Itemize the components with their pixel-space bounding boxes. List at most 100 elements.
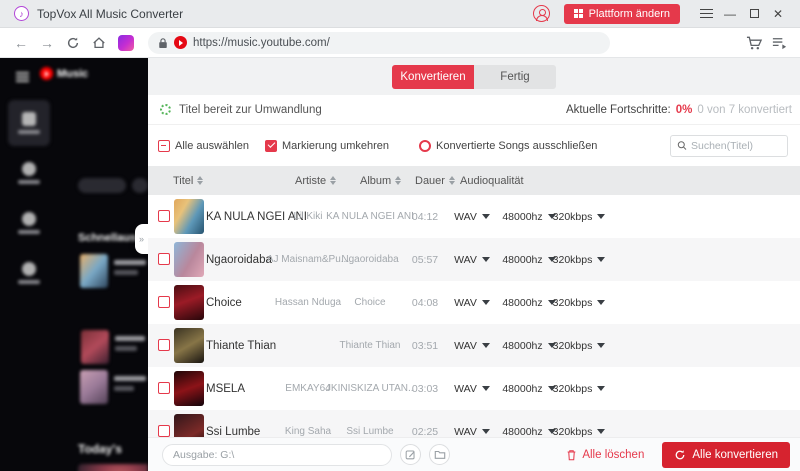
invert-selection-button[interactable]: Markierung umkehren (265, 139, 389, 152)
format-dropdown[interactable]: WAV (444, 238, 500, 281)
chevron-down-icon (481, 257, 490, 262)
track-row[interactable]: Thiante Thian Thiante Thian 03:51 WAV 48… (148, 324, 800, 367)
ytm-track-text (114, 270, 138, 275)
sort-icon (197, 176, 204, 185)
minimize-button[interactable]: — (718, 7, 742, 21)
row-checkbox[interactable] (158, 339, 170, 351)
close-button[interactable]: ✕ (766, 7, 790, 21)
playlist-icon[interactable] (771, 35, 788, 51)
trash-icon (567, 449, 576, 460)
row-checkbox[interactable] (158, 210, 170, 222)
account-icon[interactable] (532, 5, 550, 22)
chevron-down-icon (481, 429, 490, 434)
format-dropdown[interactable]: WAV (444, 281, 500, 324)
bitrate-dropdown[interactable]: 320kbps (544, 281, 614, 324)
convert-all-button[interactable]: Alle konvertieren (662, 441, 790, 468)
invert-selection-label: Markierung umkehren (282, 139, 389, 152)
tab-konvertieren[interactable]: Konvertieren (392, 64, 474, 89)
sort-icon (395, 176, 402, 185)
track-row[interactable]: Ngaoroidaba AJ Maisnam&Pu... Ngaoroidaba… (148, 238, 800, 281)
ytm-logo: Music (40, 67, 88, 80)
bitrate-dropdown[interactable]: 320kbps (544, 195, 614, 238)
select-all-button[interactable]: Alle auswählen (158, 139, 249, 152)
track-thumbnail (174, 285, 204, 320)
row-checkbox[interactable] (158, 382, 170, 394)
ytm-play-icon (40, 67, 53, 80)
loading-spinner-icon (160, 104, 171, 115)
ytm-thumbnail (80, 370, 108, 404)
extension-app-icon[interactable] (118, 34, 134, 51)
convert-all-label: Alle konvertieren (692, 448, 778, 461)
header-artiste[interactable]: Artiste (295, 166, 337, 195)
maximize-button[interactable] (742, 7, 766, 21)
bitrate-dropdown[interactable]: 320kbps (544, 367, 614, 410)
ready-status-text: Titel bereit zur Umwandlung (179, 103, 322, 116)
ytm-nav-home (8, 100, 50, 146)
track-thumbnail (174, 242, 204, 277)
bitrate-dropdown[interactable]: 320kbps (544, 238, 614, 281)
invert-checkbox-icon (265, 139, 277, 152)
converter-panel: Konvertieren Fertig Titel bereit zur Umw… (148, 58, 800, 471)
ytm-track-text (115, 336, 145, 341)
change-platform-label: Plattform ändern (588, 7, 670, 20)
chevron-right-icon: » (139, 234, 145, 244)
search-box[interactable] (670, 134, 788, 157)
chevron-down-icon (597, 257, 606, 262)
select-all-label: Alle auswählen (175, 139, 249, 152)
tab-bar: Konvertieren Fertig (148, 58, 800, 95)
format-dropdown[interactable]: WAV (444, 410, 500, 437)
tab-fertig[interactable]: Fertig (474, 64, 556, 89)
row-checkbox[interactable] (158, 425, 170, 437)
header-dauer[interactable]: Dauer (415, 166, 455, 195)
folder-icon (434, 450, 445, 459)
back-icon[interactable]: ← (8, 35, 34, 51)
chevron-down-icon (481, 300, 490, 305)
chevron-down-icon (481, 343, 490, 348)
ytm-menu-icon (16, 72, 29, 82)
refresh-icon[interactable] (60, 36, 86, 50)
search-input[interactable] (691, 139, 781, 152)
progress-detail: 0 von 7 konvertiert (697, 103, 792, 116)
exclude-converted-button[interactable]: Konvertierte Songs ausschließen (419, 139, 597, 152)
ytm-sidebar (8, 100, 50, 300)
menu-icon[interactable] (694, 8, 718, 19)
ytm-thumbnail (80, 254, 108, 288)
chevron-down-icon (597, 429, 606, 434)
format-dropdown[interactable]: WAV (444, 367, 500, 410)
home-icon[interactable] (86, 36, 112, 50)
ytm-track-text (114, 260, 146, 265)
ytm-track-text (114, 386, 134, 391)
header-titel[interactable]: Titel (173, 166, 204, 195)
window-title: TopVox All Music Converter (37, 6, 184, 21)
delete-all-button[interactable]: Alle löschen (566, 449, 644, 461)
edit-output-button[interactable] (400, 444, 421, 465)
address-bar[interactable]: https://music.youtube.com/ (148, 31, 610, 54)
forward-icon[interactable]: → (34, 35, 60, 51)
track-row[interactable]: KA NULA NGEI ANI Lil Kiki KA NULA NGEI A… (148, 195, 800, 238)
track-row[interactable]: MSELA EMKAY64 UKINISKIZA UTAN... 03:03 W… (148, 367, 800, 410)
cart-icon[interactable] (746, 35, 763, 51)
header-audioqualitaet: Audioqualität (460, 174, 524, 187)
track-row[interactable]: Choice Hassan Nduga Choice 04:08 WAV 480… (148, 281, 800, 324)
format-dropdown[interactable]: WAV (444, 195, 500, 238)
track-row[interactable]: Ssi Lumbe King Saha Ssi Lumbe 02:25 WAV … (148, 410, 800, 437)
change-platform-button[interactable]: Plattform ändern (563, 3, 680, 24)
chevron-down-icon (597, 386, 606, 391)
track-thumbnail (174, 371, 204, 406)
row-checkbox[interactable] (158, 296, 170, 308)
open-folder-button[interactable] (429, 444, 450, 465)
bitrate-dropdown[interactable]: 320kbps (544, 410, 614, 437)
app-logo-icon: ♪ (14, 6, 29, 21)
track-thumbnail (174, 414, 204, 437)
youtube-site-icon (174, 36, 187, 49)
select-all-checkbox-icon (158, 139, 170, 152)
header-album[interactable]: Album (360, 166, 402, 195)
ytm-chip (132, 178, 148, 193)
table-header: Titel Artiste Album Dauer Audioqualität (148, 166, 800, 195)
track-thumbnail (174, 328, 204, 363)
bitrate-dropdown[interactable]: 320kbps (544, 324, 614, 367)
track-thumbnail (174, 199, 204, 234)
output-path-field[interactable]: Ausgabe: G:\ (162, 443, 392, 466)
row-checkbox[interactable] (158, 253, 170, 265)
format-dropdown[interactable]: WAV (444, 324, 500, 367)
